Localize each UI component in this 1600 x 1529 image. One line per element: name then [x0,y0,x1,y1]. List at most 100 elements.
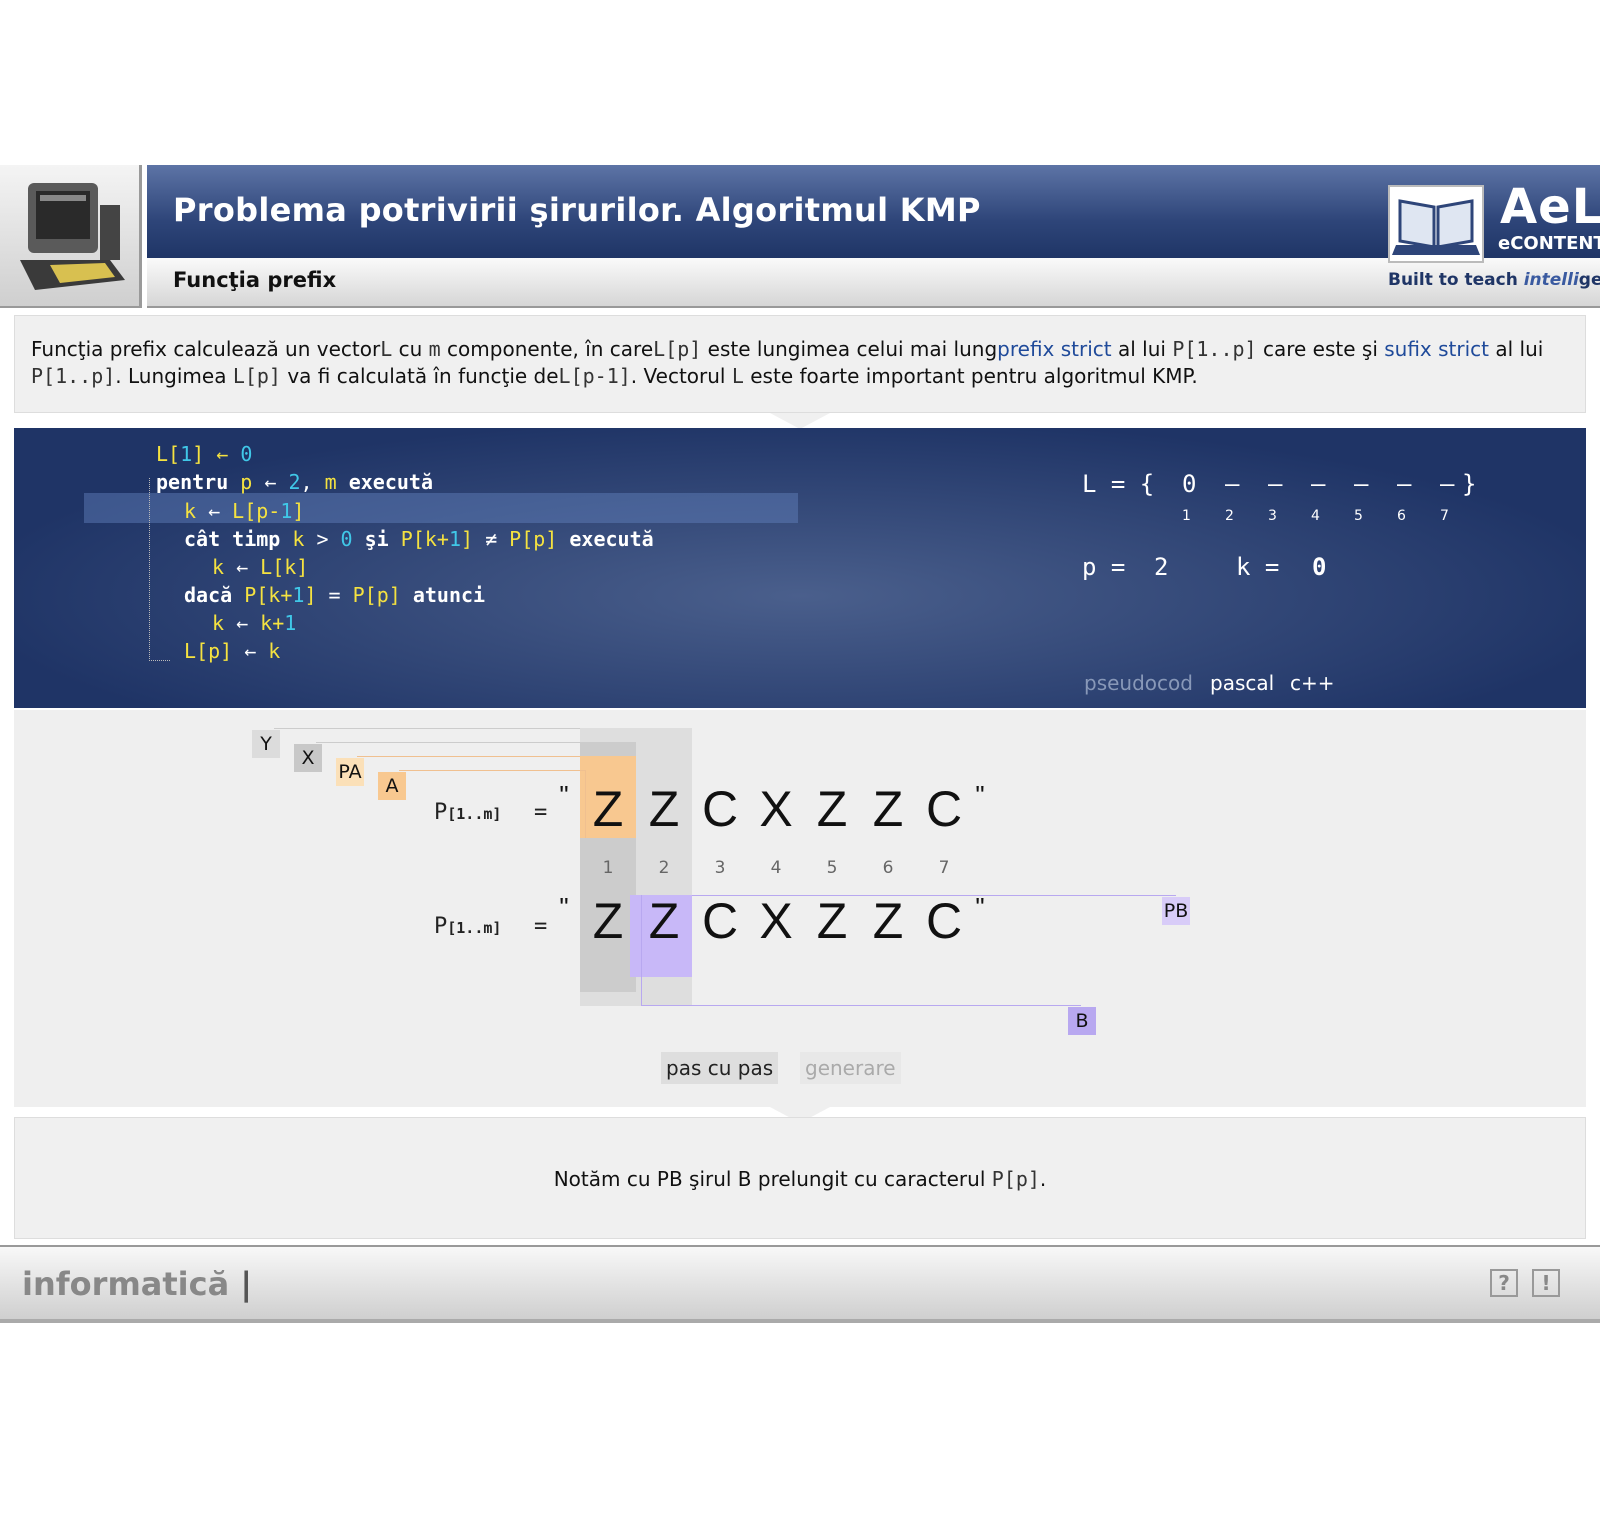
code-token: 2 [288,470,301,494]
pattern-range: [1..m] [447,805,502,823]
quote-mark: " [975,780,985,810]
pattern-char: C [925,781,963,837]
code-token: k+ [260,611,285,635]
pattern-name: P [434,800,448,825]
pattern-char: X [759,893,793,949]
prefix-strict-link[interactable]: prefix strict [997,337,1111,361]
desc-text: . Vectorul [630,364,732,388]
tab-pseudocod[interactable]: pseudocod [1084,671,1193,695]
generate-button[interactable]: generare [800,1052,901,1084]
info-icon[interactable]: ! [1532,1269,1560,1297]
position-index: 3 [714,858,726,878]
code-panel: L[1] ← 0 pentru p ← 2, m execută k ← L[p… [14,428,1586,708]
brand-logo: AeL [1500,179,1600,235]
code-token: L[p- [232,499,281,523]
code-token: L[k] [260,555,309,579]
position-index: 6 [882,858,894,878]
desc-text: este lungimea celui mai lung [701,337,998,361]
brand-sub: eCONTENT [1498,233,1600,254]
code-token: ← [232,639,269,663]
code-token: = [316,583,353,607]
pattern-char: C [925,893,963,949]
code-token: k [212,555,225,579]
app-window: Problema potrivirii şirurilor. Algoritmu… [0,165,1600,1365]
code-token: ] [460,527,474,551]
sufix-strict-link[interactable]: sufix strict [1384,337,1489,361]
label-pa: PA [336,758,364,786]
code-token: cât timp [184,527,293,551]
l-index: 3 [1268,508,1277,524]
desc-text: cu [392,337,429,361]
message-text: Notăm cu PB şirul B prelungit cu caracte… [553,1167,992,1191]
b-line [641,1005,1081,1006]
subheader-bar: Funcţia prefix [147,258,1600,308]
code-token: , [300,470,325,494]
code-token: 1 [292,583,305,607]
code-token: 0 [340,527,353,551]
tab-cpp[interactable]: c++ [1290,671,1335,695]
desc-code: L[p] [232,364,281,388]
footer-bar: informatică | ? ! [0,1245,1600,1323]
code-token: 1 [180,442,193,466]
l-index: 2 [1225,508,1234,524]
l-index: 4 [1311,508,1320,524]
l-vector-value: – [1311,470,1326,498]
pattern-range: [1..m] [447,919,502,937]
k-value: 0 [1312,553,1327,581]
position-index: 4 [770,858,782,878]
pattern-label-top: P[1..m] [434,800,501,825]
help-icon[interactable]: ? [1490,1269,1518,1297]
desc-code: L [731,364,744,388]
tab-pascal[interactable]: pascal [1210,671,1274,695]
equals-sign: = [534,914,548,939]
code-token: P[p] [509,527,558,551]
l-vector-value: – [1268,470,1283,498]
position-index: 5 [826,858,838,878]
label-x: X [294,744,322,772]
subject-separator: | [240,1265,253,1303]
code-token: ← [196,499,233,523]
code-token: ] [304,583,317,607]
pattern-char: C [701,781,739,837]
code-line-3: k ← L[p-1] [184,499,304,523]
desc-code: P[1..p] [1172,337,1257,361]
code-token: k [268,639,281,663]
pattern-name: P [434,914,448,939]
label-a: A [378,772,406,800]
position-index: 1 [602,858,614,878]
code-token: execută [557,527,654,551]
code-line-8: L[p] ← k [184,639,280,663]
l-vector-value: – [1397,470,1412,498]
tagline-part: gently [1578,270,1600,290]
code-token: P[k+ [244,583,293,607]
l-index: 1 [1182,508,1191,524]
pattern-label-bottom: P[1..m] [434,914,501,939]
code-token: k [292,527,305,551]
code-token: m [324,470,337,494]
subject-name: informatică [22,1265,230,1303]
code-token: execută [336,470,433,494]
code-token: dacă [184,583,245,607]
pattern-char: Z [872,893,904,949]
p-value: 2 [1154,553,1169,581]
code-token: P[k+ [400,527,449,551]
step-button[interactable]: pas cu pas [661,1052,779,1084]
label-pb: PB [1162,897,1190,925]
pattern-char: Z [816,781,848,837]
desc-code: P[1..p] [31,364,116,388]
desc-code: L[p-1] [558,364,631,388]
code-token: k [184,499,197,523]
desc-text: al lui [1489,337,1544,361]
code-token: ← [252,470,289,494]
code-token: 1 [280,499,293,523]
code-token: pentru [156,470,241,494]
l-vector-label: L = { [1082,470,1155,498]
code-token: k [212,611,225,635]
code-line-4: cât timp k > 0 şi P[k+1] ≠ P[p] execută [184,527,654,551]
message-text: . [1039,1167,1047,1191]
x-line [316,742,580,743]
l-index: 7 [1440,508,1449,524]
code-line-6: dacă P[k+1] = P[p] atunci [184,583,485,607]
page-title: Problema potrivirii şirurilor. Algoritmu… [173,191,981,229]
desc-code: L[p] [653,337,702,361]
